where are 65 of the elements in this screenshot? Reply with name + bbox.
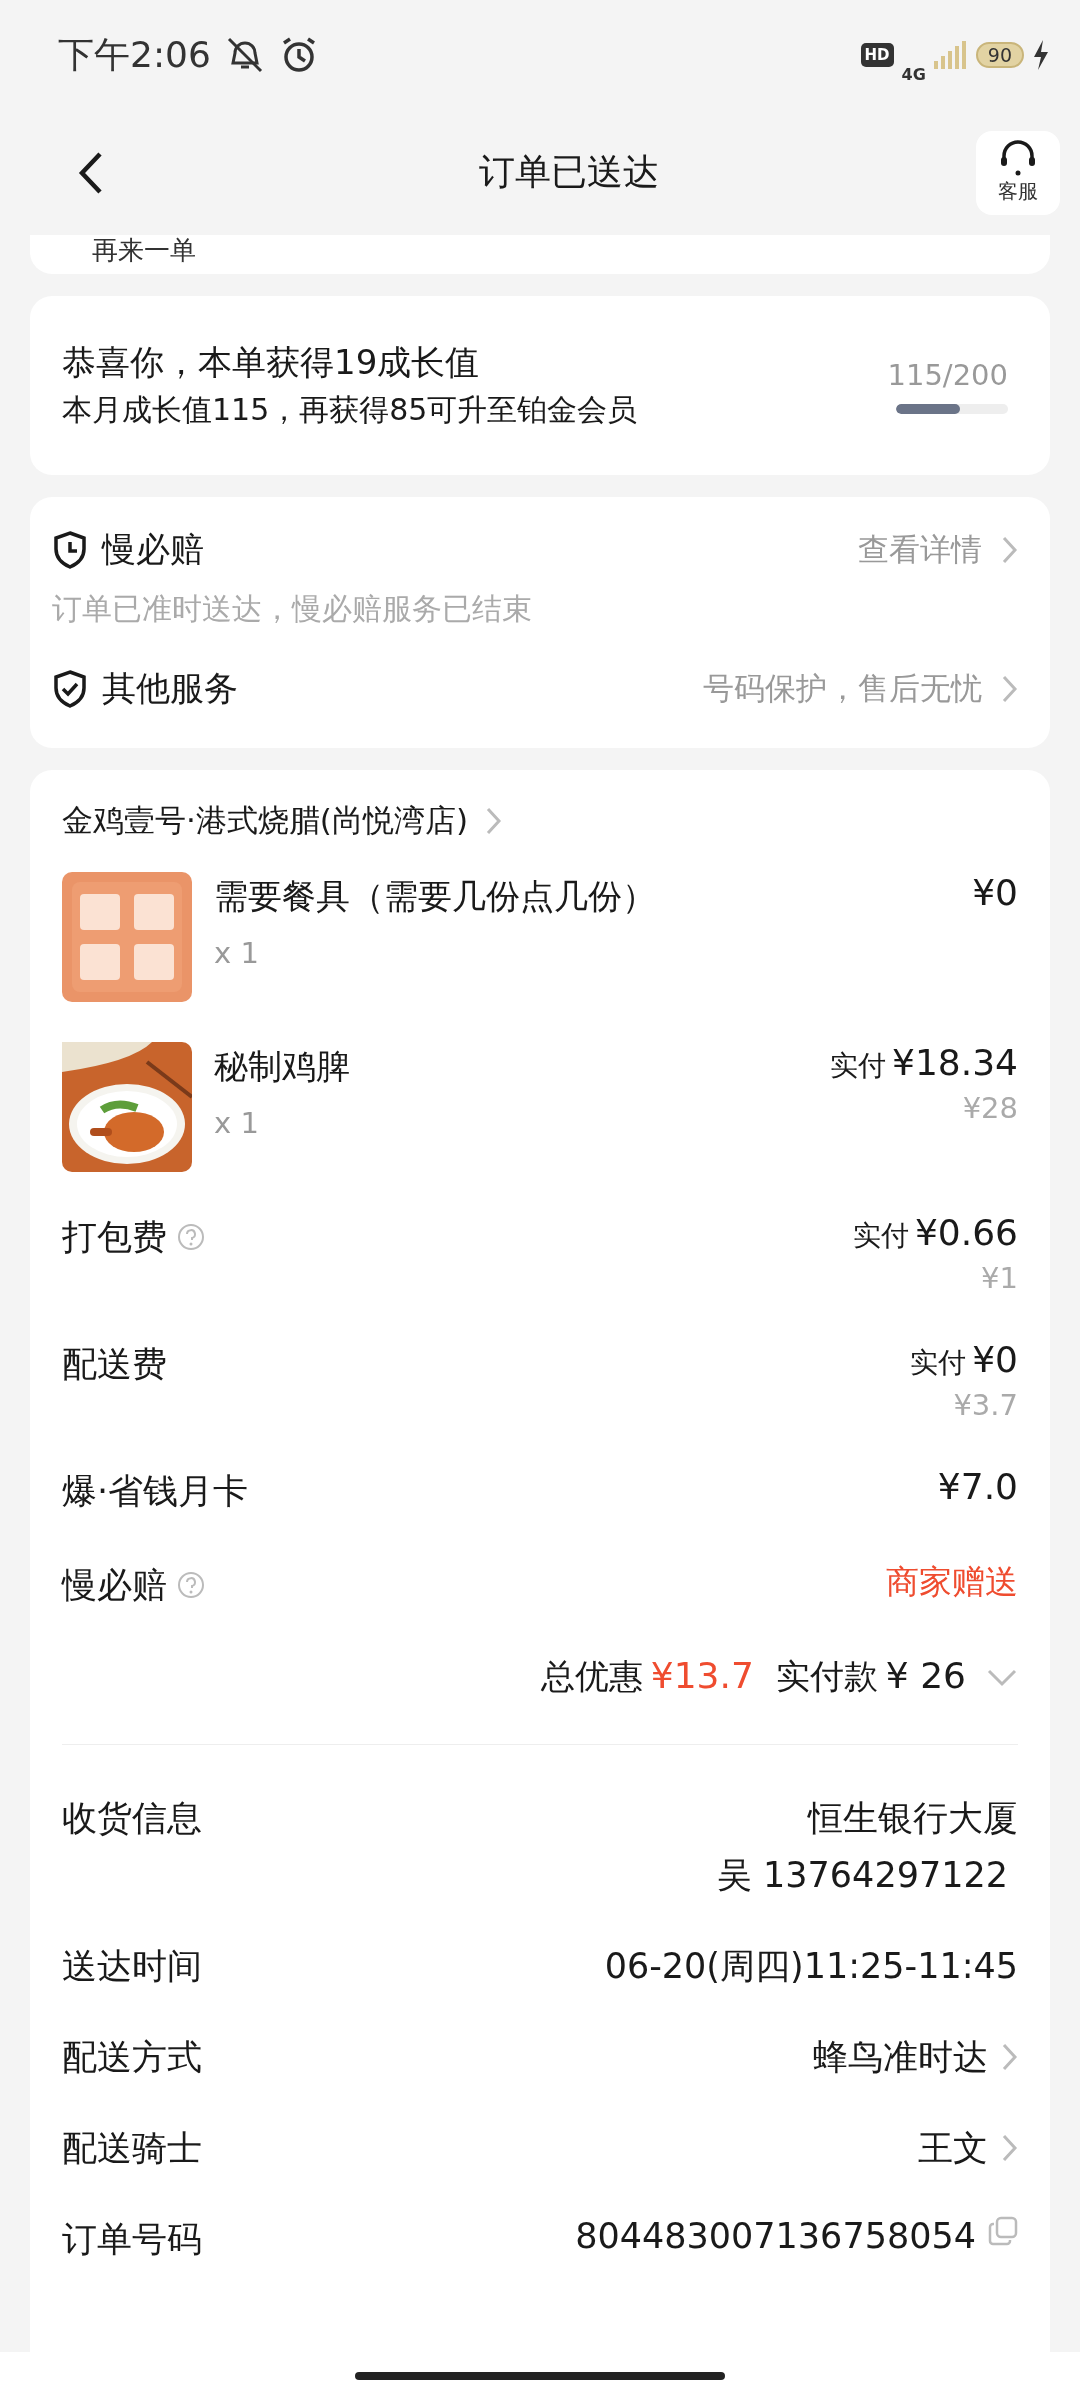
copy-icon[interactable]: [988, 2216, 1018, 2246]
signal-icon: [933, 41, 968, 69]
chevron-right-icon: [1000, 2042, 1018, 2072]
fee-label: 配送费: [62, 1342, 167, 1386]
progress-count: 115/200: [887, 357, 1008, 392]
back-icon[interactable]: [78, 150, 104, 195]
battery-level: 90: [975, 42, 1024, 68]
service-title: 慢必赔: [102, 528, 205, 571]
price: ¥7.0: [937, 1466, 1018, 1507]
price: ¥0: [972, 1339, 1018, 1380]
original-price: ¥28: [962, 1091, 1018, 1125]
charging-icon: [1032, 40, 1050, 70]
item-name: 秘制鸡脾: [214, 1045, 351, 1088]
hd-badge: HD: [860, 43, 894, 67]
help-icon[interactable]: [177, 1223, 205, 1251]
item-quantity: x 1: [214, 936, 260, 970]
item-name: 需要餐具（需要几份点几份）: [214, 875, 657, 918]
detail-value: 804483007136758054: [575, 2216, 976, 2256]
paid-amount: ¥ 26: [885, 1655, 966, 1696]
chevron-right-icon: [1000, 674, 1018, 704]
home-indicator[interactable]: [355, 2372, 725, 2380]
original-price: ¥3.7: [953, 1388, 1018, 1422]
detail-value: 06-20(周四)11:25-11:45: [604, 1945, 1018, 1988]
discount-amount: ¥13.7: [650, 1655, 754, 1696]
clock-time: 下午2:06: [58, 32, 211, 77]
detail-label: 配送骑士: [62, 2127, 202, 2170]
page-title: 订单已送达: [479, 150, 659, 194]
service-title: 其他服务: [102, 667, 239, 710]
help-icon[interactable]: [177, 1571, 205, 1599]
service-note: 订单已准时送达，慢必赔服务已结束: [52, 590, 533, 628]
shield-clock-icon: [52, 531, 88, 569]
fee-label: 打包费: [62, 1215, 167, 1259]
fee-label: 爆·省钱月卡: [62, 1469, 249, 1513]
detail-label: 订单号码: [62, 2218, 202, 2261]
gift-label: 商家赠送: [886, 1561, 1018, 1603]
detail-label: 配送方式: [62, 2036, 202, 2079]
detail-label: 送达时间: [62, 1945, 202, 1988]
chevron-right-icon: [484, 806, 503, 836]
shield-check-icon: [52, 670, 88, 708]
headset-icon: [998, 140, 1038, 176]
discount-label: 总优惠: [540, 1655, 643, 1698]
shop-name[interactable]: 金鸡壹号·港式烧腊(尚悦湾店): [62, 800, 469, 842]
chevron-right-icon: [1000, 535, 1018, 565]
detail-label: 收货信息: [62, 1797, 202, 1840]
paid-label: 实付: [910, 1345, 967, 1381]
detail-value: 王文: [918, 2127, 988, 2170]
reorder-link[interactable]: 再来一单: [92, 235, 196, 265]
price: ¥0.66: [914, 1212, 1018, 1253]
detail-value: 蜂鸟准时达: [813, 2036, 988, 2079]
price: ¥0: [972, 872, 1018, 913]
original-price: ¥1: [981, 1261, 1018, 1295]
customer-service-button[interactable]: 客服: [976, 130, 1060, 215]
chevron-right-icon: [1000, 2133, 1018, 2163]
detail-value: 恒生银行大厦: [808, 1797, 1018, 1840]
fee-label: 慢必赔: [62, 1563, 167, 1607]
item-quantity: x 1: [214, 1106, 260, 1140]
detail-value: 吴 13764297122: [716, 1854, 1008, 1897]
paid-label: 实付: [852, 1218, 909, 1254]
paid-label: 实付款: [775, 1655, 878, 1698]
growth-note: 本月成长值115，再获得85可升至铂金会员: [62, 391, 639, 429]
network-type: 4G: [901, 64, 926, 84]
price: ¥18.34: [892, 1042, 1018, 1083]
reward-message: 恭喜你，本单获得19成长值: [62, 341, 481, 384]
paid-label: 实付: [830, 1048, 887, 1084]
chevron-down-icon[interactable]: [986, 1668, 1018, 1688]
